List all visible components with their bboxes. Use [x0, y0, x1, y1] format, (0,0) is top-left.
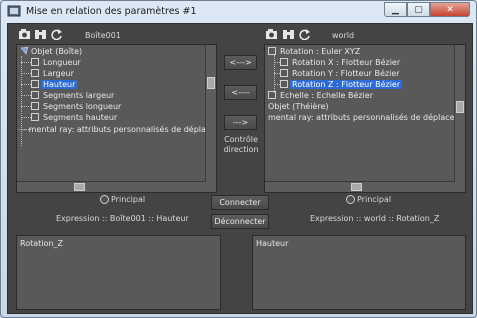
select-object-button-left[interactable]	[17, 28, 31, 41]
connect-both-arrow-button[interactable]: --->	[224, 115, 257, 130]
refresh-button-right[interactable]	[297, 28, 311, 41]
dialog-body: Boîte001 Objet (Boîte) Longueur Largeur …	[7, 23, 473, 314]
param-icon	[31, 69, 39, 77]
right-object-label: world	[332, 31, 355, 40]
disconnect-button[interactable]: Déconnecter	[211, 214, 269, 229]
right-expression-text: Hauteur	[256, 239, 289, 248]
controller-icon	[280, 58, 288, 66]
left-expression-label: Expression :: Boîte001 :: Hauteur	[56, 214, 189, 223]
tree-item-rotation-y[interactable]: Rotation Y : Flotteur Bézier	[280, 68, 402, 79]
left-principal-label: Principal	[111, 195, 146, 204]
tree-item-rotation-x[interactable]: Rotation X : Flotteur Bézier	[280, 57, 402, 68]
left-parameter-tree[interactable]: Objet (Boîte) Longueur Largeur Hauteur S…	[16, 44, 217, 193]
right-expression-editor[interactable]: Hauteur	[252, 235, 466, 310]
refresh-icon	[50, 29, 62, 40]
tree-item-hauteur[interactable]: Hauteur	[31, 79, 78, 90]
left-expression-text: Rotation_Z	[20, 239, 63, 248]
find-icon	[34, 30, 46, 39]
app-icon	[7, 5, 21, 17]
close-icon: ✕	[446, 4, 454, 15]
left-tree-horizontal-scrollbar[interactable]	[17, 181, 206, 192]
tree-item-segments-hauteur[interactable]: Segments hauteur	[31, 112, 119, 123]
tree-item-mental-ray[interactable]: --- mental ray: attributs personnalisés d…	[18, 124, 216, 135]
refresh-icon	[298, 29, 310, 40]
tree-item-segments-longueur[interactable]: Segments longueur	[31, 101, 123, 112]
tree-item-rotation-euler[interactable]: Rotation : Euler XYZ	[268, 46, 362, 57]
controller-icon	[280, 69, 288, 77]
left-object-label: Boîte001	[85, 31, 121, 40]
left-principal-radio[interactable]	[100, 195, 109, 204]
right-tree-vertical-scrollbar[interactable]	[454, 45, 465, 182]
connect-left-arrow-button[interactable]: <----	[224, 85, 257, 100]
find-button-right[interactable]	[281, 28, 295, 41]
find-icon	[282, 30, 294, 39]
find-button-left[interactable]	[33, 28, 47, 41]
controller-icon	[268, 47, 276, 55]
right-principal-radio[interactable]	[346, 195, 355, 204]
direction-control-label: Contrôle direction	[223, 135, 259, 154]
param-icon	[31, 102, 39, 110]
minimize-button[interactable]: ▁	[384, 2, 407, 17]
param-icon	[31, 58, 39, 66]
right-principal-label: Principal	[357, 195, 392, 204]
parameter-wiring-window: Mise en relation des paramètres #1 ▁ ▢ ✕…	[0, 0, 477, 318]
select-object-icon	[265, 29, 277, 39]
select-object-icon	[18, 29, 30, 39]
close-button[interactable]: ✕	[430, 2, 470, 17]
tree-item-mental-ray[interactable]: mental ray: attributs personnalisés de d…	[266, 112, 465, 123]
maximize-icon: ▢	[414, 4, 423, 15]
tree-item-rotation-z[interactable]: Rotation Z : Flotteur Bézier	[280, 79, 403, 90]
refresh-button-left[interactable]	[49, 28, 63, 41]
param-icon	[31, 91, 39, 99]
left-tree-hscroll-thumb[interactable]	[74, 183, 85, 191]
left-expression-editor[interactable]: Rotation_Z	[16, 235, 221, 310]
right-tree-hscroll-thumb[interactable]	[351, 183, 362, 191]
right-parameter-tree[interactable]: Rotation : Euler XYZ Rotation X : Flotte…	[264, 44, 466, 193]
object-icon	[20, 46, 29, 55]
tree-item-segments-largeur[interactable]: Segments largeur	[31, 90, 116, 101]
tree-item-largeur[interactable]: Largeur	[31, 68, 76, 79]
controller-icon	[268, 91, 276, 99]
title-bar[interactable]: Mise en relation des paramètres #1 ▁ ▢ ✕	[1, 1, 476, 23]
minimize-icon: ▁	[392, 4, 399, 15]
tree-item-object-teapot[interactable]: Objet (Théière)	[266, 101, 331, 112]
param-icon	[31, 113, 39, 121]
right-tree-horizontal-scrollbar[interactable]	[265, 181, 455, 192]
window-title: Mise en relation des paramètres #1	[26, 6, 197, 17]
left-tree-vscroll-thumb[interactable]	[207, 77, 215, 89]
tree-item-object-box[interactable]: Objet (Boîte)	[20, 46, 84, 57]
maximize-button[interactable]: ▢	[407, 2, 430, 17]
right-expression-label: Expression :: world :: Rotation_Z	[310, 214, 440, 223]
controller-icon	[280, 80, 288, 88]
left-tree-vertical-scrollbar[interactable]	[205, 45, 216, 182]
select-object-button-right[interactable]	[264, 28, 278, 41]
tree-item-echelle[interactable]: Echelle : Echelle Bézier	[268, 90, 375, 101]
connect-button[interactable]: Connecter	[211, 195, 269, 210]
right-tree-vscroll-thumb[interactable]	[456, 101, 464, 113]
connect-right-arrow-button[interactable]: <--->	[224, 55, 257, 70]
tree-item-longueur[interactable]: Longueur	[31, 57, 83, 68]
param-icon	[31, 80, 39, 88]
